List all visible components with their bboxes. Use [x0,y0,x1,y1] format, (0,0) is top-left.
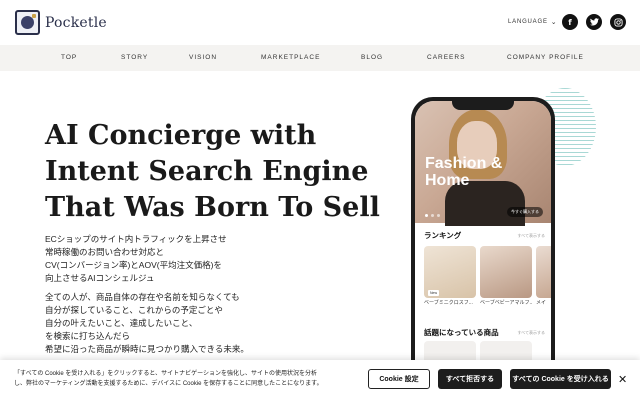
carousel-dot[interactable] [437,214,440,217]
ranking-product-name: ベーブミニクロスフ... [424,300,473,306]
hero-description-line: ECショップのサイト内トラフィックを上昇させ [45,234,227,244]
hero-vision-line: 希望に沿った商品が瞬時に見つかり購入できる未来。 [45,344,249,354]
phone-buy-button[interactable]: 今すぐ購入する [507,207,543,217]
new-badge: New [428,290,440,296]
site-header: Pocketle LANGUAGE ⌄ f [0,0,640,45]
phone-hero-banner: Fashion & Home 今すぐ購入する [415,101,551,226]
hero-description-line: 向上させるAIコンシェルジュ [45,273,155,283]
close-icon[interactable]: ✕ [618,373,627,386]
phone-hero-title-line: Fashion & [425,155,503,172]
carousel-dot[interactable] [425,214,428,217]
language-selector[interactable]: LANGUAGE ⌄ [508,18,557,26]
ranking-product-name: ベーブベビーアマルフ... [480,300,532,306]
logo[interactable]: Pocketle [15,10,107,35]
hero-vision-line: を検索に打ち込んだら [45,331,131,341]
nav-item-company-profile[interactable]: COMPANY PROFILE [507,54,584,61]
cookie-banner: 「すべての Cookie を受け入れる」をクリックすると、サイトナビゲーションを… [0,360,640,400]
chevron-down-icon: ⌄ [550,19,558,26]
carousel-dots [425,214,440,217]
phone-hero-title: Fashion & Home [425,155,502,189]
facebook-icon[interactable]: f [562,14,578,30]
topics-title: 話題になっている商品 [424,328,499,337]
language-label: LANGUAGE [508,19,548,25]
hero-title-line: AI Concierge with [45,120,317,151]
topics-more-link[interactable]: すべて表示する [517,330,545,336]
ranking-more-link[interactable]: すべて表示する [517,233,545,239]
nav-item-vision[interactable]: VISION [189,54,217,61]
ranking-product-name: メイ [536,300,547,306]
hero-description-line: CV(コンバージョン率)とAOV(平均注文価格)を [45,260,222,270]
nav-item-marketplace[interactable]: MARKETPLACE [261,54,320,61]
cookie-message: 「すべての Cookie を受け入れる」をクリックすると、サイトナビゲーションを… [14,369,354,389]
hero-vision-line: 全ての人が、商品自体の存在や名前を知らなくても [45,292,240,302]
hero-vision-line: 自分の叶えたいこと、達成したいこと、 [45,318,198,328]
cookie-settings-button[interactable]: Cookie 設定 [368,369,430,389]
cookie-message-line: 「すべての Cookie を受け入れる」をクリックすると、サイトナビゲーションを… [14,371,317,377]
hero-vision-line: 自分が探していること、これからの予定ごとや [45,305,223,315]
carousel-dot[interactable] [431,214,434,217]
ranking-product-card[interactable] [536,246,551,298]
twitter-icon[interactable] [586,14,602,30]
nav-item-careers[interactable]: CAREERS [427,54,465,61]
logo-text: Pocketle [45,14,107,31]
hero-vision-text: 全ての人が、商品自体の存在や名前を知らなくても 自分が探していること、これからの… [45,291,249,356]
nav-item-blog[interactable]: BLOG [361,54,383,61]
phone-hero-title-line: Home [425,172,470,189]
ranking-title: ランキング [424,231,462,240]
instagram-icon[interactable] [610,14,626,30]
main-nav: TOP STORY VISION MARKETPLACE BLOG CAREER… [0,45,640,71]
phone-screen: Fashion & Home 今すぐ購入する ランキング すべて表示する New… [415,101,551,397]
hero-title-line: Intent Search Engine [45,156,369,187]
hero-description: ECショップのサイト内トラフィックを上昇させ 常時稼働のお問い合わせ対応と CV… [45,233,227,285]
hero-title-line: That Was Born To Sell [45,192,380,223]
hero-title: AI Concierge with Intent Search Engine T… [45,118,385,226]
ranking-product-card[interactable] [480,246,532,298]
accept-all-cookies-button[interactable]: すべての Cookie を受け入れる [510,369,611,389]
hero-description-line: 常時稼働のお問い合わせ対応と [45,247,165,257]
logo-mark-icon [15,10,40,35]
nav-item-top[interactable]: TOP [61,54,77,61]
nav-item-story[interactable]: STORY [121,54,148,61]
ranking-product-card[interactable]: New [424,246,476,298]
cookie-message-line: し、弊社のマーケティング活動を支援するために、デバイスに Cookie を保存す… [14,381,323,387]
reject-all-button[interactable]: すべて拒否する [438,369,502,389]
phone-notch [452,101,514,110]
